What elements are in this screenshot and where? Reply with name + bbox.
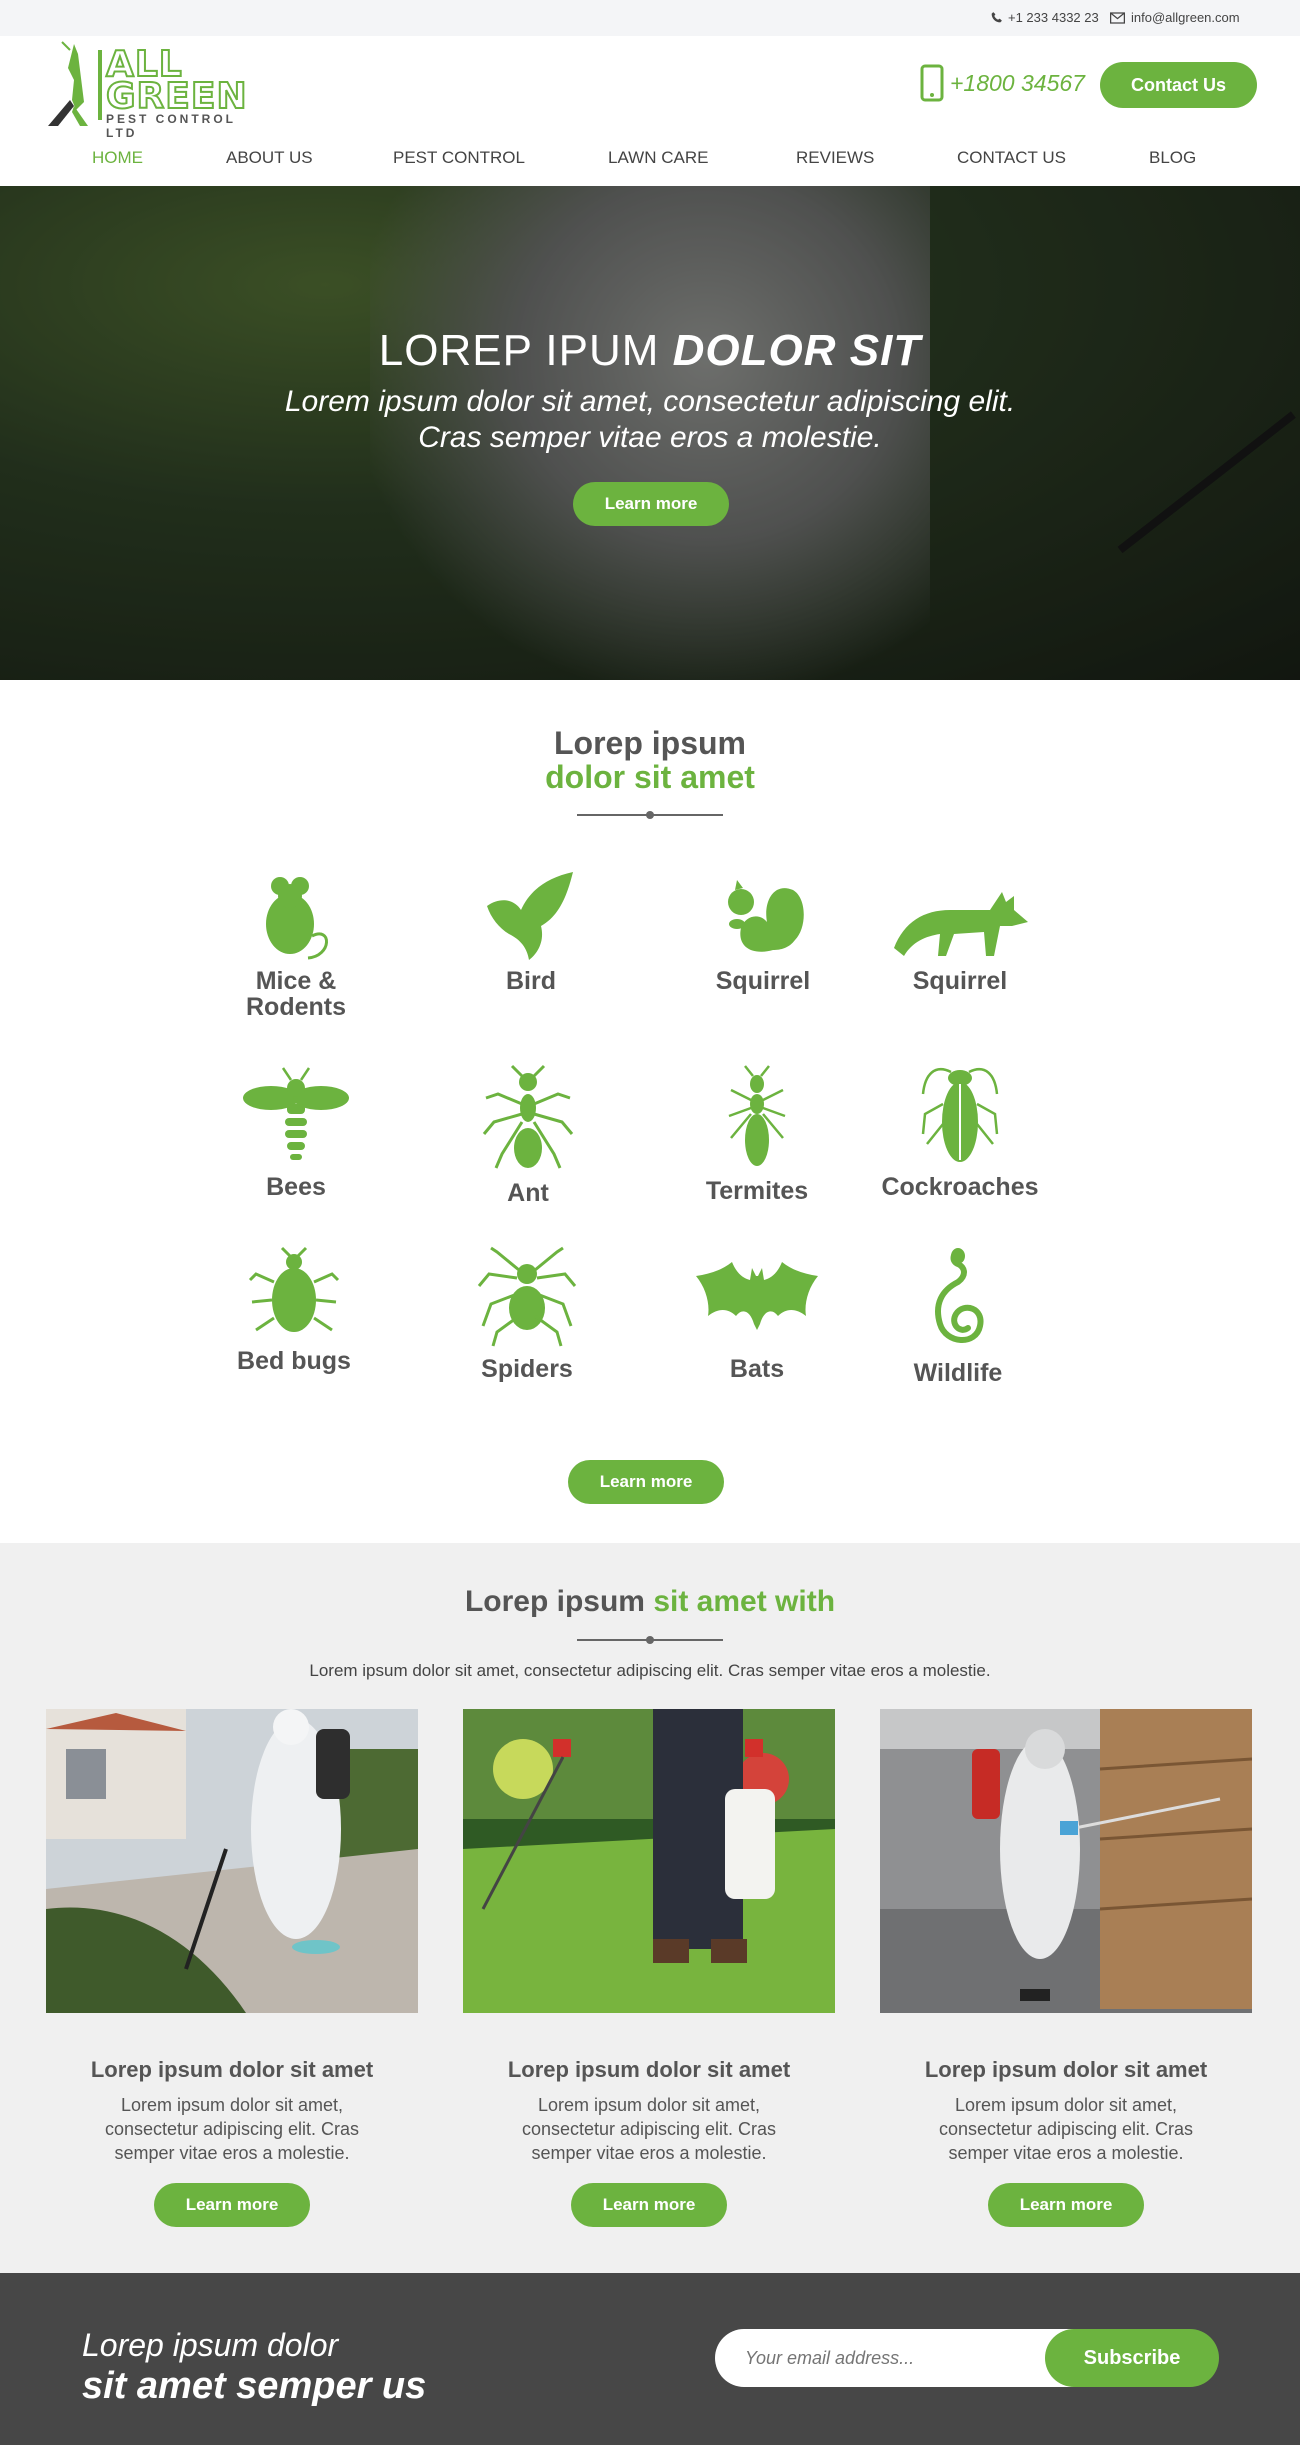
pest-label: Ant xyxy=(507,1179,549,1207)
service-card-title: Lorep ipsum dolor sit amet xyxy=(507,2057,791,2082)
service-photo-lawn-spraying xyxy=(463,1709,835,2013)
pests-learn-more-button[interactable]: Learn more xyxy=(568,1460,724,1504)
topbar-email[interactable]: info@allgreen.com xyxy=(1110,10,1240,25)
service-photo-driveway-spraying xyxy=(46,1709,418,2013)
service-card-learn-more-button[interactable]: Learn more xyxy=(154,2183,310,2227)
logo-divider xyxy=(98,50,102,120)
cockroach-icon xyxy=(921,1068,999,1162)
ant-icon xyxy=(482,1064,574,1169)
envelope-icon xyxy=(1110,11,1125,24)
service-card-body: Lorem ipsum dolor sit amet, consectetur … xyxy=(521,2095,777,2163)
hero-title: LOREP IPUM DOLOR SIT xyxy=(378,326,922,375)
subscribe-heading-line2: sit amet semper us xyxy=(82,2365,427,2407)
top-bar: +1 233 4332 23 info@allgreen.com xyxy=(0,0,1300,36)
pest-item-wildlife[interactable]: Wildlife xyxy=(868,1246,1048,1386)
service-card-title: Lorep ipsum dolor sit amet xyxy=(90,2057,374,2082)
pest-label: Termites xyxy=(705,1177,809,1205)
topbar-phone-text: +1 233 4332 23 xyxy=(1008,10,1099,25)
header-phone[interactable]: +1800 34567 xyxy=(920,64,1085,102)
topbar-phone[interactable]: +1 233 4332 23 xyxy=(990,10,1099,25)
logo[interactable]: ALL GREEN PEST CONTROL LTD xyxy=(44,40,264,140)
hero-banner: LOREP IPUM DOLOR SIT Lorem ipsum dolor s… xyxy=(0,186,1300,680)
bedbug-icon xyxy=(248,1246,340,1332)
nav-item-contact[interactable]: CONTACT US xyxy=(957,148,1066,168)
service-card-body: Lorem ipsum dolor sit amet, consectetur … xyxy=(938,2095,1194,2163)
service-photo-warehouse-spraying xyxy=(880,1709,1252,2013)
phone-icon xyxy=(991,12,1002,23)
pest-label: Wildlife xyxy=(913,1359,1003,1387)
pest-label: Cockroaches xyxy=(881,1173,1039,1201)
pest-item-spiders[interactable]: Spiders xyxy=(437,1246,617,1382)
grasshopper-logo-icon xyxy=(48,41,88,126)
logo-word-green: GREEN xyxy=(105,76,248,117)
spider-icon xyxy=(477,1246,577,1347)
subscribe-button[interactable]: Subscribe xyxy=(1045,2329,1219,2387)
subscribe-heading-line1: Lorep ipsum dolor xyxy=(82,2327,339,2363)
subscribe-footer: Lorep ipsum dolor sit amet semper us Sub… xyxy=(0,2273,1300,2445)
pest-label: Bats xyxy=(729,1355,785,1383)
mouse-icon xyxy=(266,877,328,960)
pest-label: Bees xyxy=(266,1173,326,1201)
nav-item-home[interactable]: HOME xyxy=(92,148,143,168)
fox-icon xyxy=(894,892,1028,956)
pest-item-bees[interactable]: Bees xyxy=(206,1064,386,1200)
pest-label: Bed bugs xyxy=(237,1347,351,1375)
logo-tagline: PEST CONTROL LTD xyxy=(106,112,236,140)
pest-item-bats[interactable]: Bats xyxy=(667,1246,847,1382)
mobile-phone-icon xyxy=(920,64,944,102)
pest-label: Spiders xyxy=(481,1355,573,1383)
service-card: Lorep ipsum dolor sit amet Lorem ipsum d… xyxy=(46,1709,418,2227)
service-card: Lorep ipsum dolor sit amet Lorem ipsum d… xyxy=(880,1709,1252,2227)
pest-item-termites[interactable]: Termites xyxy=(667,1064,847,1204)
pest-item-fox[interactable]: Squirrel xyxy=(870,866,1050,994)
snake-icon xyxy=(935,1248,984,1343)
bat-icon xyxy=(696,1262,818,1330)
services-section-title: Lorep ipsum sit amet with xyxy=(464,1585,836,1618)
nav-item-blog[interactable]: BLOG xyxy=(1149,148,1196,168)
services-intro: Lorem ipsum dolor sit amet, consectetur … xyxy=(309,1661,991,1680)
section-divider xyxy=(577,811,723,819)
service-card: Lorep ipsum dolor sit amet Lorem ipsum d… xyxy=(463,1709,835,2227)
pest-item-bird[interactable]: Bird xyxy=(441,866,621,994)
bird-icon xyxy=(487,872,573,960)
pest-label: Mice & Rodents xyxy=(246,967,346,1021)
squirrel-icon xyxy=(728,880,804,952)
pest-item-cockroaches[interactable]: Cockroaches xyxy=(870,1064,1050,1200)
pest-label: Bird xyxy=(506,967,556,995)
pests-section-title: Lorep ipsum dolor sit amet xyxy=(545,725,755,795)
pest-item-ant[interactable]: Ant xyxy=(438,1064,618,1206)
termite-icon xyxy=(728,1065,786,1166)
services-section: Lorep ipsum sit amet with Lorem ipsum do… xyxy=(0,1543,1300,2273)
email-field[interactable] xyxy=(715,2329,1075,2387)
service-card-learn-more-button[interactable]: Learn more xyxy=(571,2183,727,2227)
header-phone-text: +1800 34567 xyxy=(950,69,1085,96)
main-nav: HOME ABOUT US PEST CONTROL LAWN CARE REV… xyxy=(0,148,1300,178)
nav-item-lawn-care[interactable]: LAWN CARE xyxy=(608,148,708,168)
service-card-title: Lorep ipsum dolor sit amet xyxy=(924,2057,1208,2082)
pest-item-mice[interactable]: Mice & Rodents xyxy=(206,866,386,1020)
nav-item-about[interactable]: ABOUT US xyxy=(226,148,313,168)
contact-us-button[interactable]: Contact Us xyxy=(1100,62,1257,108)
pest-item-bed-bugs[interactable]: Bed bugs xyxy=(204,1246,384,1374)
service-card-learn-more-button[interactable]: Learn more xyxy=(988,2183,1144,2227)
service-card-body: Lorem ipsum dolor sit amet, consectetur … xyxy=(104,2095,360,2163)
nav-item-pest-control[interactable]: PEST CONTROL xyxy=(393,148,525,168)
pest-label: Squirrel xyxy=(715,967,811,995)
hero-learn-more-button[interactable]: Learn more xyxy=(573,482,729,526)
site-header: ALL GREEN PEST CONTROL LTD +1800 34567 C… xyxy=(0,36,1300,186)
pest-item-squirrel[interactable]: Squirrel xyxy=(673,866,853,994)
topbar-email-text: info@allgreen.com xyxy=(1131,10,1240,25)
bee-icon xyxy=(243,1067,349,1160)
section-divider xyxy=(577,1636,723,1644)
pest-label: Squirrel xyxy=(912,967,1008,995)
nav-item-reviews[interactable]: REVIEWS xyxy=(796,148,874,168)
hero-subtitle: Lorem ipsum dolor sit amet, consectetur … xyxy=(284,385,1016,454)
